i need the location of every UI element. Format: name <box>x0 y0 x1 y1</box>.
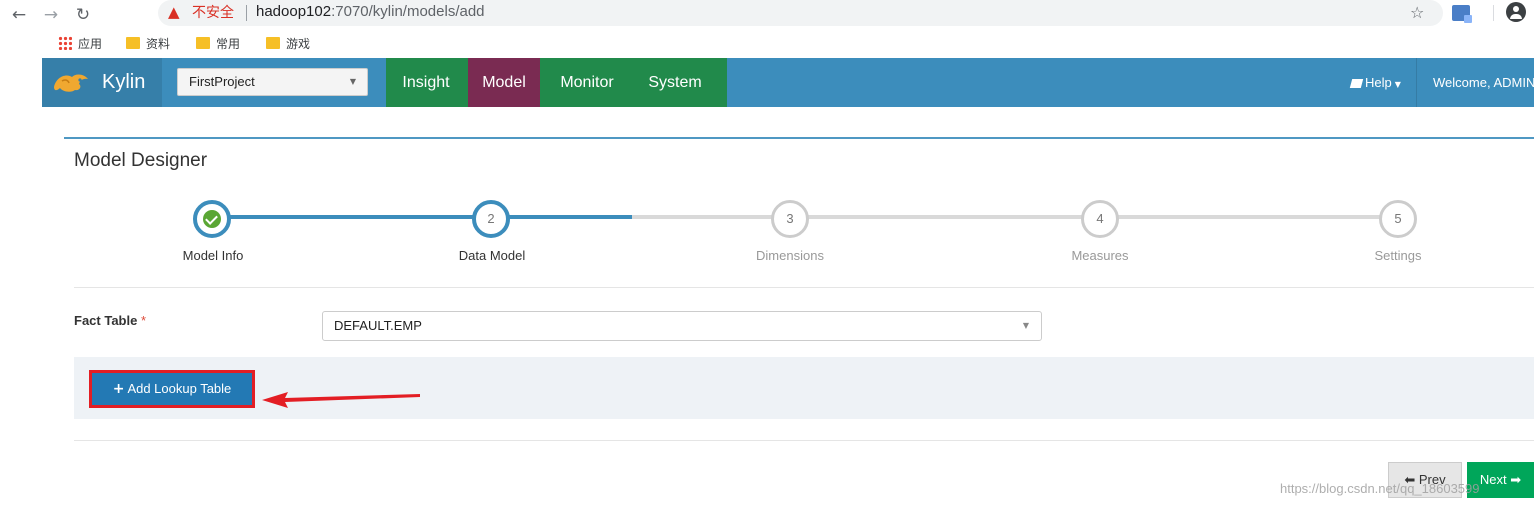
menu-model[interactable]: Model <box>468 58 540 107</box>
watermark: https://blog.csdn.net/qq_18603599 <box>1280 481 1480 496</box>
required-mark: * <box>140 313 147 328</box>
chevron-down-icon: ▼ <box>349 77 356 86</box>
arrow-right-icon: ➡ <box>1510 473 1522 488</box>
bookmark-label: 应用 <box>78 37 103 51</box>
step-3-circle[interactable]: 3 <box>771 200 809 238</box>
project-select-value: FirstProject <box>189 74 255 89</box>
step-1-label: Model Info <box>182 248 244 263</box>
bookmark-label: 常用 <box>216 37 241 51</box>
toolbar-separator <box>1493 5 1494 21</box>
bookmark-folder-games[interactable]: 游戏 <box>266 34 310 54</box>
fact-table-label: Fact Table * <box>74 313 146 329</box>
menu-monitor[interactable]: Monitor <box>542 58 632 107</box>
step-5-circle[interactable]: 5 <box>1379 200 1417 238</box>
user-menu[interactable]: Welcome, ADMIN <box>1433 58 1534 107</box>
add-lookup-table-label: Add Lookup Table <box>127 381 232 396</box>
folder-icon <box>126 37 140 49</box>
kylin-logo-icon <box>54 74 88 92</box>
security-warning[interactable]: 不安全 <box>192 3 234 21</box>
apps-grid-icon <box>58 36 72 50</box>
bookmark-folder-materials[interactable]: 资料 <box>126 34 170 54</box>
check-icon <box>203 210 221 228</box>
project-select[interactable]: FirstProject ▼ <box>177 68 368 96</box>
app-header: Kylin FirstProject ▼ Insight Model Monit… <box>42 58 1534 107</box>
step-2-label: Data Model <box>458 248 526 263</box>
brand-link[interactable]: Kylin <box>42 58 162 107</box>
box-top-border <box>64 137 1534 139</box>
url-separator <box>246 5 247 21</box>
main-menu: Insight Model Monitor System <box>386 58 727 107</box>
add-lookup-table-button[interactable]: + Add Lookup Table <box>89 370 255 408</box>
fact-table-label-text: Fact Table <box>74 313 138 328</box>
step-3-label: Dimensions <box>756 248 824 263</box>
next-label: Next <box>1479 472 1507 487</box>
plus-icon: + <box>112 381 125 397</box>
fact-table-select[interactable]: DEFAULT.EMP ▼ <box>322 311 1042 341</box>
folder-icon <box>266 37 280 49</box>
step-2-circle[interactable]: 2 <box>472 200 510 238</box>
warning-icon: ▲ <box>168 3 180 21</box>
url-path: :7070/kylin/models/add <box>331 3 485 20</box>
url-text[interactable]: hadoop102:7070/kylin/models/add <box>256 2 485 22</box>
url-host: hadoop102 <box>256 3 332 20</box>
address-bar-row: ← → ↻ ▲ 不安全 hadoop102:7070/kylin/models/… <box>0 0 1534 30</box>
help-label: Help <box>1365 75 1392 90</box>
bookmark-folder-common[interactable]: 常用 <box>196 34 240 54</box>
divider <box>74 287 1534 288</box>
step-4-circle[interactable]: 4 <box>1081 200 1119 238</box>
help-dropdown[interactable]: Help ▼ <box>1340 58 1412 107</box>
browser-chrome: ← → ↻ ▲ 不安全 hadoop102:7070/kylin/models/… <box>0 0 1534 58</box>
step-1-circle[interactable] <box>193 200 231 238</box>
forward-icon[interactable]: → <box>40 4 62 26</box>
annotation-arrow-icon <box>262 392 420 408</box>
divider <box>74 440 1534 441</box>
folder-icon <box>196 37 210 49</box>
menu-insight[interactable]: Insight <box>386 58 466 107</box>
profile-icon[interactable] <box>1506 2 1526 22</box>
page-title: Model Designer <box>74 150 208 171</box>
step-4-label: Measures <box>1071 248 1129 263</box>
bookmark-label: 资料 <box>146 37 171 51</box>
book-icon <box>1349 79 1364 88</box>
bookmark-apps[interactable]: 应用 <box>58 34 102 54</box>
progress-track-remaining <box>632 215 1400 219</box>
fact-table-value: DEFAULT.EMP <box>334 318 422 333</box>
caret-down-icon: ▼ <box>1394 80 1401 89</box>
chevron-down-icon: ▼ <box>1022 321 1029 330</box>
bookmarks-bar: 应用 资料 常用 游戏 <box>0 30 1534 58</box>
bookmark-star-icon[interactable]: ☆ <box>1410 3 1424 23</box>
header-divider <box>1416 58 1417 107</box>
translate-extension-icon[interactable] <box>1452 5 1472 23</box>
progress-track-complete <box>212 215 632 219</box>
menu-system[interactable]: System <box>632 58 718 107</box>
bookmark-label: 游戏 <box>286 37 311 51</box>
reload-icon[interactable]: ↻ <box>72 4 94 26</box>
step-5-label: Settings <box>1374 248 1422 263</box>
back-icon[interactable]: ← <box>8 4 30 26</box>
brand-name: Kylin <box>102 71 146 93</box>
